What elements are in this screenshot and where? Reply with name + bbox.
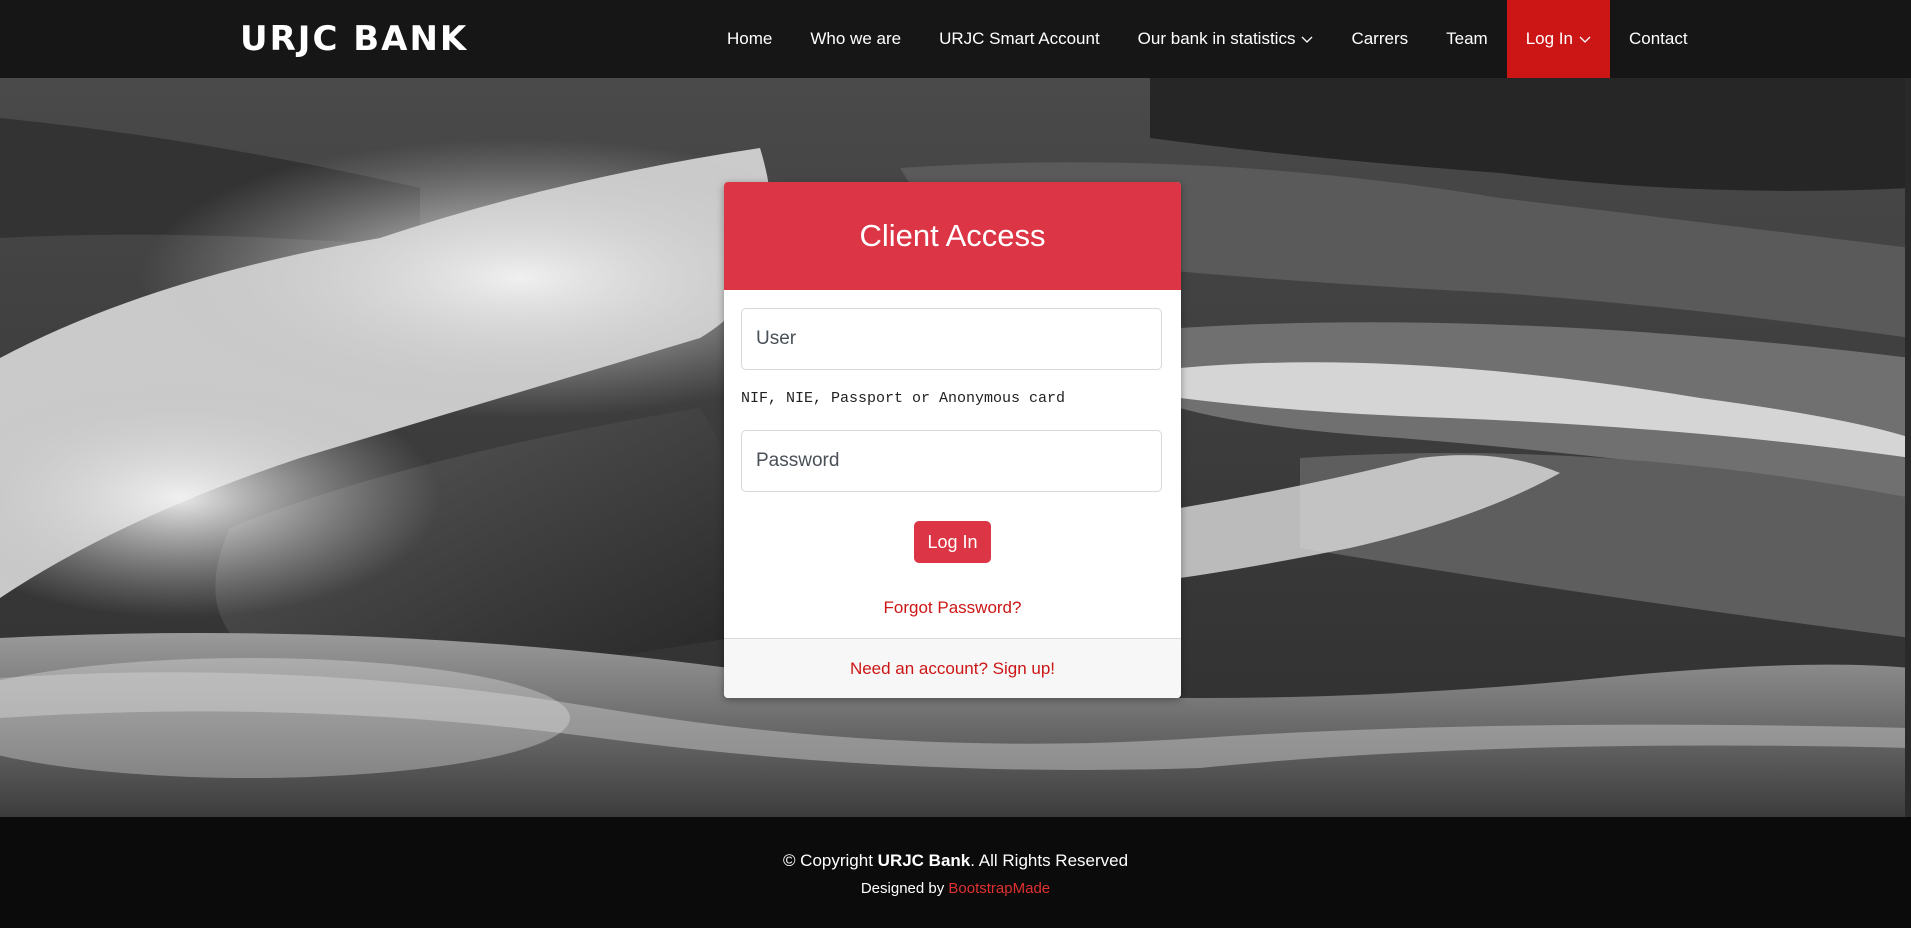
nav-smart-account-label: URJC Smart Account bbox=[939, 29, 1100, 48]
chevron-down-icon bbox=[1301, 36, 1313, 43]
nav-contact-label: Contact bbox=[1628, 29, 1688, 48]
nav-statistics-dropdown[interactable]: Our bank in statistics bbox=[1119, 0, 1333, 78]
nav-who-we-are-label: Who we are bbox=[810, 29, 902, 48]
nav-team[interactable]: Team bbox=[1427, 0, 1507, 78]
nav-who-we-are[interactable]: Who we are bbox=[791, 0, 920, 78]
brand-logo[interactable]: URJC BANK bbox=[240, 19, 468, 59]
site-footer: © Copyright URJC Bank. All Rights Reserv… bbox=[0, 817, 1911, 928]
main-nav: Home Who we are URJC Smart Account Our b… bbox=[708, 0, 1707, 78]
client-access-card: Client Access NIF, NIE, Passport or Anon… bbox=[724, 182, 1181, 698]
nav-team-label: Team bbox=[1446, 29, 1488, 48]
user-input[interactable] bbox=[741, 308, 1162, 370]
password-input[interactable] bbox=[741, 430, 1162, 492]
nav-login-dropdown[interactable]: Log In bbox=[1506, 0, 1610, 78]
bootstrapmade-link[interactable]: BootstrapMade bbox=[948, 880, 1050, 897]
designed-prefix: Designed by bbox=[860, 880, 949, 897]
nav-smart-account[interactable]: URJC Smart Account bbox=[920, 0, 1119, 78]
nav-home[interactable]: Home bbox=[708, 0, 791, 78]
copyright-text: © Copyright URJC Bank. All Rights Reserv… bbox=[0, 851, 1911, 871]
user-hint-text: NIF, NIE, Passport or Anonymous card bbox=[741, 390, 1066, 407]
login-button[interactable]: Log In bbox=[914, 521, 991, 563]
nav-home-label: Home bbox=[727, 29, 773, 48]
page-scrollbar[interactable] bbox=[1905, 78, 1911, 817]
nav-carrers[interactable]: Carrers bbox=[1332, 0, 1427, 78]
site-header: URJC BANK Home Who we are URJC Smart Acc… bbox=[0, 0, 1911, 78]
signup-link[interactable]: Need an account? Sign up! bbox=[850, 659, 1055, 679]
nav-contact[interactable]: Contact bbox=[1610, 0, 1707, 78]
card-header: Client Access bbox=[724, 182, 1181, 290]
copyright-prefix: © Copyright bbox=[782, 851, 878, 870]
copyright-suffix: . All Rights Reserved bbox=[970, 851, 1129, 870]
designed-by-text: Designed by BootstrapMade bbox=[0, 880, 1911, 897]
chevron-down-icon bbox=[1579, 36, 1591, 43]
forgot-password-link[interactable]: Forgot Password? bbox=[724, 598, 1181, 618]
nav-carrers-label: Carrers bbox=[1351, 29, 1409, 48]
nav-statistics-label: Our bank in statistics bbox=[1137, 29, 1296, 48]
nav-login-label: Log In bbox=[1525, 29, 1573, 48]
card-title: Client Access bbox=[859, 218, 1046, 253]
copyright-brand: URJC Bank bbox=[877, 851, 971, 870]
card-footer: Need an account? Sign up! bbox=[724, 638, 1181, 698]
